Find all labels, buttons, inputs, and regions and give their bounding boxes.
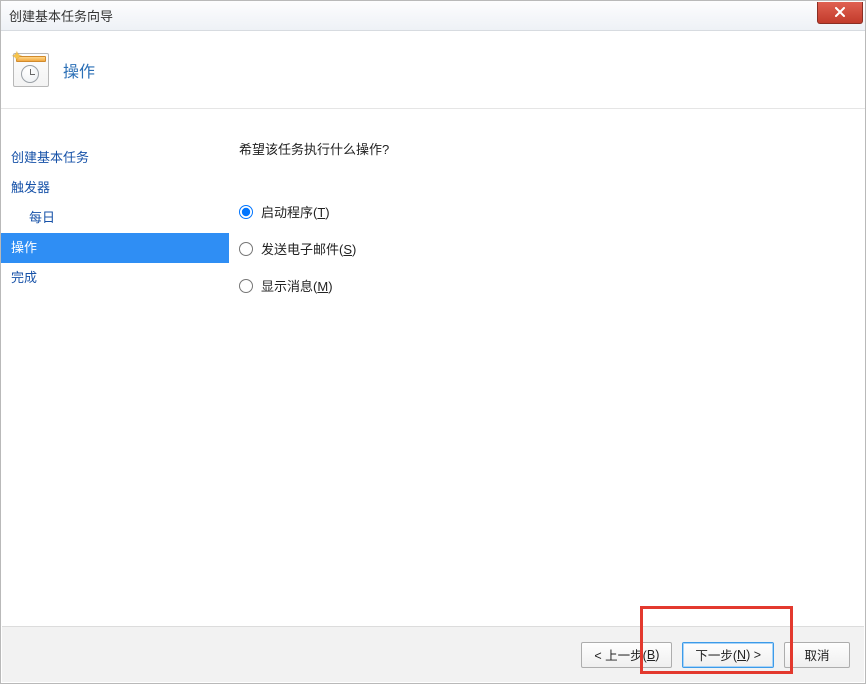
sidebar-step-finish[interactable]: 完成 — [1, 263, 229, 293]
wizard-content: 希望该任务执行什么操作? 启动程序(T) 发送电子邮件(S) — [229, 109, 865, 625]
sidebar-step-action[interactable]: 操作 — [1, 233, 229, 263]
sidebar-step-trigger[interactable]: 触发器 — [1, 173, 229, 203]
sidebar-step-daily[interactable]: 每日 — [1, 203, 229, 233]
option-display-message[interactable]: 显示消息(M) — [239, 276, 865, 295]
wizard-sidebar: 创建基本任务 触发器 每日 操作 完成 — [1, 109, 229, 625]
option-display-message-radio[interactable] — [239, 279, 253, 293]
page-title: 操作 — [63, 58, 95, 82]
option-send-email-radio[interactable] — [239, 242, 253, 256]
titlebar: 创建基本任务向导 — [1, 1, 865, 31]
option-send-email[interactable]: 发送电子邮件(S) — [239, 239, 865, 258]
wizard-window: 创建基本任务向导 ✦ 操作 创建基本任务 触发器 每日 操作 完成 希望该任务执… — [0, 0, 866, 684]
option-start-program[interactable]: 启动程序(T) — [239, 202, 865, 221]
option-start-program-radio[interactable] — [239, 205, 253, 219]
next-button[interactable]: 下一步(N) > — [682, 642, 774, 668]
action-question: 希望该任务执行什么操作? — [239, 139, 865, 158]
wizard-header: ✦ 操作 — [1, 31, 865, 109]
cancel-button[interactable]: 取消 — [784, 642, 850, 668]
window-title: 创建基本任务向导 — [9, 6, 113, 25]
wizard-footer: < 上一步(B) 下一步(N) > 取消 — [2, 626, 864, 682]
close-button[interactable] — [817, 2, 863, 24]
sidebar-step-create-basic-task[interactable]: 创建基本任务 — [1, 143, 229, 173]
back-button[interactable]: < 上一步(B) — [581, 642, 672, 668]
wizard-icon: ✦ — [13, 51, 51, 89]
close-icon — [834, 7, 846, 17]
wizard-body: 创建基本任务 触发器 每日 操作 完成 希望该任务执行什么操作? 启动程序(T)… — [1, 109, 865, 625]
action-options: 启动程序(T) 发送电子邮件(S) 显示消息(M) — [239, 202, 865, 295]
